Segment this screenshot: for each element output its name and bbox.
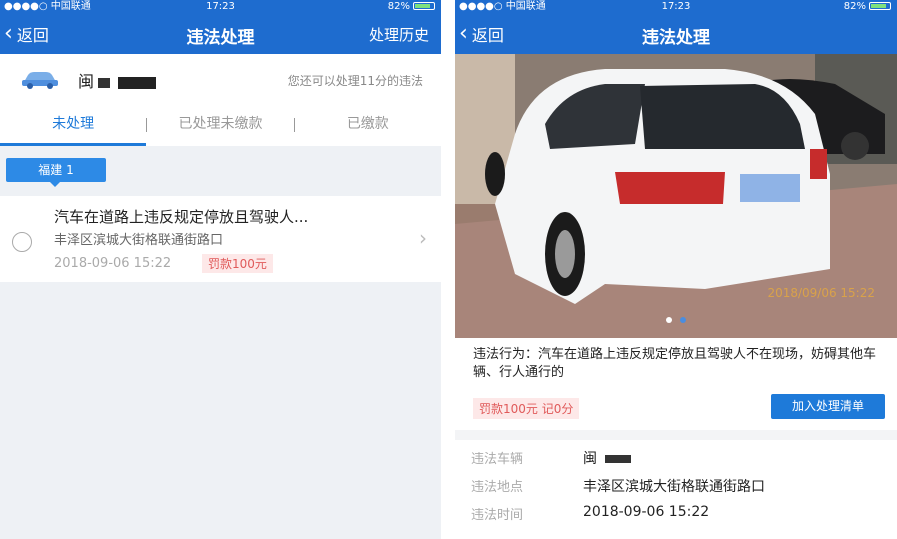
fine-badge: 罚款100元 [202, 254, 273, 273]
status-bar: ●●●●○ 中国联通 17:23 82% [0, 0, 441, 14]
pager-dot-active[interactable] [666, 317, 672, 323]
plate-redaction [98, 77, 111, 88]
status-time: 17:23 [206, 1, 235, 12]
chevron-right-icon: › [419, 226, 427, 250]
record-select-radio[interactable] [12, 232, 32, 252]
photo-timestamp: 2018/09/06 15:22 [767, 286, 875, 300]
record-location: 丰泽区滨城大街格联通街路口 [54, 233, 224, 248]
battery-indicator: 82% [844, 0, 891, 14]
detail-value: 2018-09-06 15:22 [583, 504, 710, 520]
status-bar: ●●●●○ 中国联通 17:23 82% [455, 0, 897, 14]
vehicle-plate-row: 闽 您还可以处理11分的违法 [0, 54, 441, 104]
plate-number: 闽 [78, 68, 157, 92]
add-to-list-button[interactable]: 加入处理清单 [771, 394, 885, 419]
detail-value: 闽 [583, 448, 631, 468]
battery-icon [413, 2, 435, 10]
pager-dot[interactable] [680, 317, 686, 323]
violation-detail-screen: ●●●●○ 中国联通 17:23 82% ‹ 返回 违法处理 2018/09/0… [455, 0, 897, 539]
violation-details: 违法车辆 闽 违法地点 丰泽区滨城大街格联通街路口 违法时间 2018-09-0… [455, 440, 897, 539]
status-tabs: 未处理 已处理未缴款 已缴款 [0, 104, 441, 146]
detail-value: 丰泽区滨城大街格联通街路口 [583, 479, 765, 495]
detail-row-time: 违法时间 2018-09-06 15:22 [471, 504, 887, 530]
action-row: 罚款100元 记0分 加入处理清单 [455, 384, 897, 430]
tab-unprocessed[interactable]: 未处理 [0, 104, 147, 146]
tab-processed-unpaid[interactable]: 已处理未缴款 [147, 104, 293, 146]
fine-points-badge: 罚款100元 记0分 [473, 398, 580, 419]
remaining-points-text: 您还可以处理11分的违法 [287, 74, 423, 88]
detail-label: 违法时间 [471, 508, 524, 523]
battery-percent: 82% [387, 1, 410, 12]
detail-label: 违法车辆 [471, 452, 524, 467]
violation-record[interactable]: 汽车在道路上违反规定停放且驾驶人... 丰泽区滨城大街格联通街路口 2018-0… [0, 196, 441, 282]
plate-redaction [605, 455, 631, 463]
battery-percent: 82% [843, 1, 866, 12]
nav-bar: ‹ 返回 违法处理 [455, 14, 897, 54]
nav-bar: ‹ 返回 违法处理 处理历史 [0, 14, 441, 54]
detail-label: 违法地点 [471, 480, 524, 495]
evidence-photo[interactable]: 2018/09/06 15:22 [455, 54, 897, 338]
car-icon [22, 72, 58, 89]
plate-prefix: 闽 [78, 72, 95, 91]
detail-row-location: 违法地点 丰泽区滨城大街格联通街路口 [471, 476, 887, 502]
status-time: 17:23 [661, 1, 691, 12]
battery-icon [869, 2, 891, 10]
violation-list-screen: ●●●●○ 中国联通 17:23 82% ‹ 返回 违法处理 处理历史 闽 您还… [0, 0, 441, 539]
photo-pager[interactable] [455, 308, 897, 327]
battery-indicator: 82% [388, 0, 435, 14]
province-group-tag: 福建 1 [6, 158, 106, 187]
record-title: 汽车在道路上违反规定停放且驾驶人... [54, 208, 309, 226]
violation-description: 违法行为：汽车在道路上违反规定停放且驾驶人不在现场，妨碍其他车辆、行人通行的 [455, 338, 897, 384]
vehicle-plate-prefix: 闽 [583, 451, 597, 467]
tab-paid[interactable]: 已缴款 [295, 104, 441, 146]
detail-row-vehicle: 违法车辆 闽 [471, 448, 887, 474]
page-title: 违法处理 [642, 28, 710, 48]
plate-redaction [118, 76, 157, 89]
record-time: 2018-09-06 15:22 [54, 256, 172, 271]
history-button[interactable]: 处理历史 [369, 24, 429, 45]
